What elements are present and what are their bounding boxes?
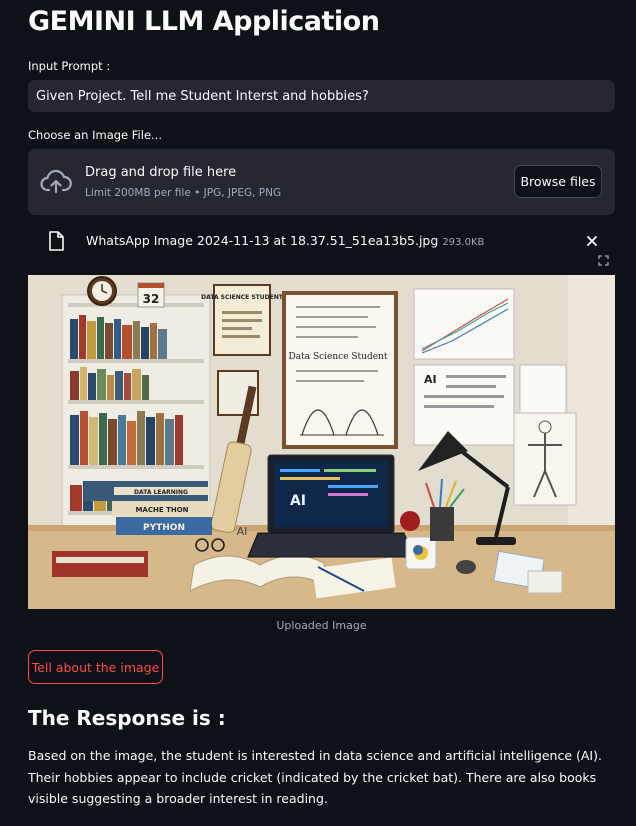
dropzone-title: Drag and drop file here <box>85 165 237 180</box>
app-page: GEMINI LLM Application Input Prompt : Ch… <box>0 0 636 826</box>
poster-title: DATA SCIENCE STUDENT <box>201 294 284 301</box>
calendar-day-label: 32 <box>143 292 160 306</box>
fullscreen-icon[interactable] <box>598 255 609 266</box>
file-dropzone[interactable]: Drag and drop file here Limit 200MB per … <box>28 149 615 215</box>
board-title: Data Science Student <box>289 352 388 362</box>
uploaded-file-size: 293.0KB <box>442 237 485 248</box>
book-mache-thon: MACHE THON <box>135 506 188 514</box>
uploader-label: Choose an Image File... <box>28 128 162 142</box>
file-icon <box>49 231 64 251</box>
image-caption: Uploaded Image <box>276 619 367 632</box>
uploaded-file-name: WhatsApp Image 2024-11-13 at 18.37.51_51… <box>86 233 439 248</box>
dropzone-limit: Limit 200MB per file • JPG, JPEG, PNG <box>85 187 282 199</box>
tell-about-image-button[interactable]: Tell about the image <box>28 650 163 684</box>
close-icon[interactable] <box>585 234 599 248</box>
bat-ai-label: AI <box>237 525 248 538</box>
cloud-upload-icon <box>40 169 72 194</box>
book-python: PYTHON <box>143 523 185 533</box>
prompt-input[interactable] <box>28 80 615 112</box>
response-text: Based on the image, the student is inter… <box>28 748 602 806</box>
uploaded-file-row: WhatsApp Image 2024-11-13 at 18.37.51_51… <box>86 233 484 248</box>
app-title: GEMINI LLM Application <box>28 6 380 37</box>
browse-files-button[interactable]: Browse files <box>514 165 602 198</box>
study-desk-illustration: 32 DATA SCIENCE STUDENT Data Science Stu… <box>28 275 615 609</box>
uploaded-image: 32 DATA SCIENCE STUDENT Data Science Stu… <box>28 275 615 609</box>
book-data-learning: DATA LEARNING <box>134 489 188 496</box>
prompt-label: Input Prompt : <box>28 59 111 73</box>
response-heading: The Response is : <box>28 706 226 730</box>
laptop-ai-label: AI <box>290 493 306 509</box>
wall-ai-label: AI <box>424 373 437 386</box>
